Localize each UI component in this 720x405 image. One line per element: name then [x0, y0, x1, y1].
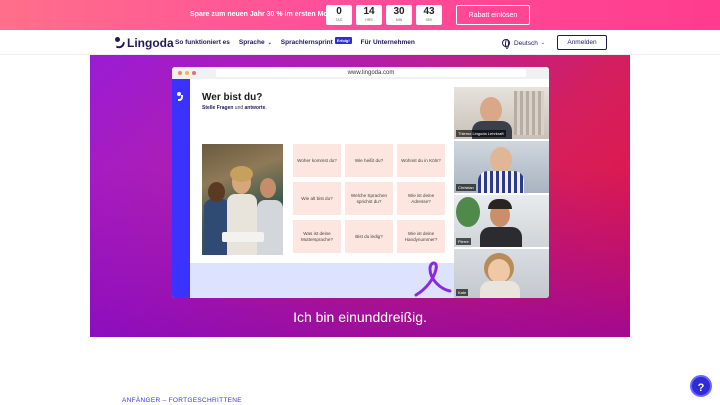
- level-label: ANFÄNGER – FORTGESCHRITTENE: [122, 397, 242, 404]
- lesson-sidebar: [172, 79, 190, 298]
- video-tile-christian: Christian: [454, 141, 549, 193]
- logo-text: Lingoda: [127, 36, 174, 50]
- url-bar: www.lingoda.com: [216, 69, 526, 77]
- browser-toolbar: www.lingoda.com: [172, 67, 549, 79]
- subtitle-strong: antworte: [244, 105, 266, 111]
- countdown-seconds: 43 SEK: [416, 5, 442, 25]
- countdown-unit: HRS: [365, 18, 373, 22]
- promo-text: Spare zum neuen Jahr 30 % im ersten Mona…: [190, 11, 341, 18]
- window-dot-icon: [185, 71, 189, 75]
- hero-caption: Ich bin einunddreißig.: [293, 309, 427, 325]
- nav-label: Für Unternehmen: [360, 39, 415, 46]
- question-cards: Woher kommst du? Wie heißt du? Wohnst du…: [293, 144, 445, 253]
- nav-how-it-works[interactable]: So funktioniert es: [175, 39, 230, 46]
- question-card: Bist du ledig?: [345, 220, 393, 253]
- lingoda-logo-icon: [114, 37, 126, 50]
- countdown-value: 30: [393, 6, 405, 17]
- slide-subtitle: Stelle Fragen und antworte.: [202, 105, 267, 111]
- site-header: Lingoda So funktioniert es Sprache ⌄ Spra…: [0, 30, 720, 55]
- question-card: Wie alt bist du?: [293, 182, 341, 215]
- countdown-unit: TAG: [335, 18, 343, 22]
- question-card: Wie ist deine Handynummer?: [397, 220, 445, 253]
- video-participants: Thiemo Lingoda Lehrkraft Christian Pierr…: [454, 87, 549, 298]
- login-button[interactable]: Anmelden: [557, 35, 607, 50]
- countdown-timer: 0 TAG 14 HRS 30 MIN 43 SEK: [326, 5, 442, 25]
- question-card: Wie heißt du?: [345, 144, 393, 177]
- nav-business[interactable]: Für Unternehmen: [361, 39, 415, 46]
- nav-label: So funktioniert es: [175, 39, 230, 46]
- video-tile-kate: Kate: [454, 249, 549, 298]
- question-card: Was ist deine Muttersprache?: [293, 220, 341, 253]
- video-tile-pierre: Pierre: [454, 195, 549, 247]
- countdown-value: 14: [363, 6, 375, 17]
- participant-name: Christian: [456, 184, 476, 191]
- video-tile-teacher: Thiemo Lingoda Lehrkraft: [454, 87, 549, 139]
- question-card: Wohnst du in Köln?: [397, 144, 445, 177]
- countdown-hours: 14 HRS: [356, 5, 382, 25]
- hero-section: www.lingoda.com Wer bist du? Stelle Frag…: [90, 55, 630, 337]
- nav-sprint[interactable]: Sprachlernsprint Erfolg!: [280, 37, 352, 46]
- nav-label: Sprachlernsprint: [280, 39, 333, 46]
- countdown-minutes: 30 MIN: [386, 5, 412, 25]
- chevron-down-icon: ⌄: [267, 39, 272, 46]
- promo-banner: Spare zum neuen Jahr 30 % im ersten Mona…: [0, 0, 720, 30]
- participant-name: Thiemo Lingoda Lehrkraft: [456, 130, 506, 137]
- nav-label: Sprache: [238, 39, 265, 46]
- sprint-badge: Erfolg!: [334, 37, 352, 44]
- subtitle-text: und: [233, 105, 245, 111]
- countdown-value: 43: [423, 6, 435, 17]
- help-button[interactable]: ?: [690, 375, 712, 397]
- countdown-unit: SEK: [425, 18, 433, 22]
- question-card: Wie ist deine Adresse?: [397, 182, 445, 215]
- participant-name: Kate: [456, 289, 469, 296]
- friends-photo: [202, 144, 283, 255]
- chevron-down-icon: ⌄: [540, 40, 546, 46]
- participant-name: Pierre: [456, 238, 471, 245]
- nav-language[interactable]: Sprache ⌄: [239, 39, 272, 46]
- question-card: Welche Sprachen sprichst du?: [345, 182, 393, 215]
- question-card: Woher kommst du?: [293, 144, 341, 177]
- redeem-discount-button[interactable]: Rabatt einlösen: [456, 5, 530, 25]
- globe-icon: [502, 39, 510, 49]
- countdown-days: 0 TAG: [326, 5, 352, 25]
- main-nav: So funktioniert es Sprache ⌄ Sprachlernsp…: [175, 37, 424, 46]
- countdown-value: 0: [336, 6, 342, 17]
- subtitle-strong: Stelle Fragen: [202, 105, 234, 111]
- countdown-unit: MIN: [395, 18, 403, 22]
- slide-title: Wer bist du?: [202, 92, 263, 103]
- window-dot-icon: [178, 71, 182, 75]
- lesson-browser-mockup: www.lingoda.com Wer bist du? Stelle Frag…: [172, 67, 549, 298]
- language-label: Deutsch: [514, 39, 538, 47]
- language-selector[interactable]: Deutsch ⌄: [502, 39, 546, 49]
- window-dot-icon: [192, 71, 196, 75]
- ribbon-swirl-icon: [414, 261, 452, 297]
- lingoda-logo[interactable]: Lingoda: [114, 36, 174, 50]
